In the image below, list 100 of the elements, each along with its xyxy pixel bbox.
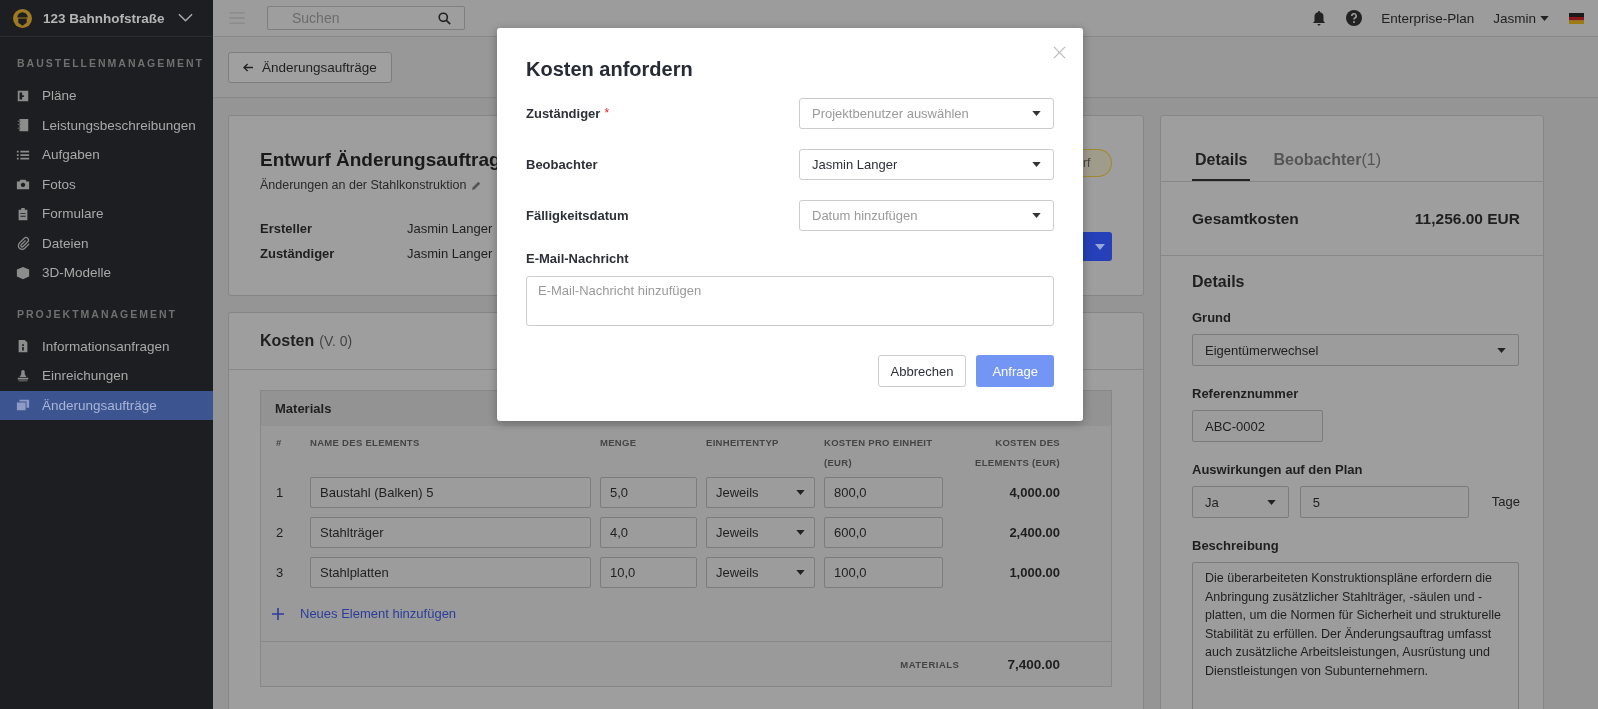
dropdown-field[interactable]: Jasmin Langer	[799, 149, 1054, 180]
message-field[interactable]: E-Mail-Nachricht hinzufügen	[526, 276, 1054, 326]
sidebar-item[interactable]: 3D-Modelle	[0, 258, 213, 288]
field-label: Referenznummer	[1192, 386, 1300, 401]
caret-icon	[1266, 499, 1276, 505]
impact-select[interactable]: Ja	[1192, 486, 1289, 518]
caret-icon	[1032, 162, 1041, 167]
field-value: Jasmin Langer	[407, 246, 493, 261]
sidebar-item[interactable]: Leistungsbeschreibungen	[0, 110, 213, 140]
table-title: Materials	[275, 401, 332, 416]
field-label: Fälligkeitsdatum	[526, 208, 629, 223]
quantity-input[interactable]: 5,0	[600, 476, 697, 508]
field-label: Beschreibung	[1192, 538, 1280, 553]
total-value: 7,400.00	[1007, 656, 1060, 672]
sidebar-item[interactable]: Dateien	[0, 228, 213, 258]
row-number: 2	[276, 524, 285, 540]
section-heading: PROJEKTMANAGEMENT	[16, 306, 178, 322]
user-menu[interactable]: Jasmin	[1493, 10, 1549, 26]
column-header: NAME DES ELEMENTS	[310, 436, 421, 450]
notebook-icon	[16, 118, 30, 133]
caret-icon	[796, 529, 805, 535]
column-header: KOSTEN DES ELEMENTS (EUR)	[974, 436, 1060, 470]
caret-icon	[1497, 347, 1506, 353]
column-header: EINHEITENTYP	[706, 436, 780, 450]
project-name[interactable]: 123 Bahnhofstraße	[43, 10, 165, 26]
unit-select[interactable]: Jeweils	[706, 476, 815, 508]
sidebar-item[interactable]: Informationsanfragen	[0, 331, 213, 361]
sidebar-item[interactable]: Fotos	[0, 169, 213, 199]
caret-icon	[796, 489, 805, 495]
reason-select[interactable]: Eigentümerwechsel	[1192, 334, 1519, 366]
plus-icon[interactable]	[272, 607, 284, 620]
days-unit: Tage	[1491, 493, 1520, 511]
unit-select[interactable]: Jeweils	[706, 556, 815, 588]
unit-cost-input[interactable]: 100,0	[824, 556, 943, 588]
dialog-title: Kosten anfordern	[526, 58, 694, 81]
total-label: MATERIALS	[900, 658, 960, 670]
field-label: Grund	[1192, 310, 1232, 325]
document-icon	[16, 339, 30, 354]
table-cell-text: 1,000.00	[1008, 564, 1060, 580]
column-header: #	[276, 436, 283, 450]
sidebar-item[interactable]: Pläne	[0, 81, 213, 111]
caret-icon	[1095, 243, 1105, 250]
name-input[interactable]: Stahlträger	[310, 516, 591, 548]
sidebar-item[interactable]: Formulare	[0, 199, 213, 229]
unit-select[interactable]: Jeweils	[706, 516, 815, 548]
sidebar-item[interactable]: Änderungsaufträge	[0, 390, 213, 420]
costs-title: Kosten	[260, 332, 315, 350]
section-title: Details	[1192, 273, 1246, 291]
clipboard-icon	[16, 206, 30, 221]
required-mark: *	[604, 106, 610, 121]
reference-input[interactable]: ABC-0002	[1192, 410, 1323, 442]
paperclip-icon	[16, 236, 30, 251]
days-input[interactable]: 5	[1299, 486, 1469, 518]
sidebar-item[interactable]: Aufgaben	[0, 140, 213, 170]
bell-icon[interactable]	[1311, 10, 1328, 26]
quantity-input[interactable]: 10,0	[600, 556, 697, 588]
status-badge: rf	[1083, 149, 1112, 177]
pencil-icon[interactable]	[471, 179, 483, 191]
help-icon[interactable]	[1346, 10, 1363, 26]
plan-link[interactable]: Enterprise-Plan	[1381, 10, 1475, 26]
row-number: 1	[276, 484, 285, 500]
tab[interactable]: Details	[1192, 151, 1251, 181]
stamp-icon	[16, 368, 30, 383]
arrow-left-icon	[243, 62, 254, 72]
description-field[interactable]: Die überarbeiteten Konstruktionspläne erfordern die Anbringung zusätzlicher Stahlträger, -säulen und -platten, um die Normen für Sicherheit und strukturelle Stabilität zu erfüllen. Der Änderungsauftrag umfasst auch zusätzliche Arbeitsleistungen, Ausrüstung und Dienstleistungen von Subunternehmern.	[1192, 562, 1519, 709]
unit-cost-input[interactable]: 800,0	[824, 476, 943, 508]
column-header: MENGE	[600, 436, 638, 450]
dropdown-button[interactable]	[1082, 232, 1112, 261]
name-input[interactable]: Baustahl (Balken) 5	[310, 476, 591, 508]
field-label: Beobachter	[526, 157, 598, 172]
back-button[interactable]: Änderungsaufträge	[228, 51, 392, 83]
copy-icon	[16, 398, 30, 413]
table-cell-text: 2,400.00	[1008, 524, 1060, 540]
cube-icon	[16, 265, 30, 280]
caret-icon	[796, 569, 805, 575]
logo-icon	[12, 7, 33, 29]
name-input[interactable]: Stahlplatten	[310, 556, 591, 588]
add-item-link[interactable]: Neues Element hinzufügen	[300, 606, 457, 621]
flag-icon[interactable]	[1569, 12, 1584, 24]
caret-icon	[1032, 213, 1041, 218]
caret-icon	[1540, 15, 1549, 21]
row-number: 3	[276, 564, 285, 580]
total-cost-label: Gesamtkosten	[1192, 209, 1299, 228]
table-cell-text: 4,000.00	[1008, 484, 1060, 500]
sidebar-item[interactable]: Einreichungen	[0, 361, 213, 391]
unit-cost-input[interactable]: 600,0	[824, 516, 943, 548]
camera-icon	[16, 177, 30, 192]
version-label: (V. 0)	[319, 333, 353, 349]
chevron-down-icon[interactable]	[178, 13, 193, 23]
search-icon[interactable]	[438, 12, 451, 25]
field-label: E-Mail-Nachricht	[526, 251, 630, 266]
order-subtitle: Änderungen an der Stahlkonstruktion	[260, 178, 467, 192]
field-label: Zuständiger	[260, 246, 336, 261]
field-label: Zuständiger	[526, 106, 601, 121]
section-heading: BAUSTELLENMANAGEMENT	[16, 56, 205, 71]
field-label: Auswirkungen auf den Plan	[1192, 462, 1364, 477]
quantity-input[interactable]: 4,0	[600, 516, 697, 548]
total-cost-value: 11,256.00 EUR	[1414, 209, 1520, 228]
cancel-button[interactable]: Abbrechen	[877, 355, 967, 387]
order-title: Entwurf Änderungsauftrag	[260, 149, 501, 171]
